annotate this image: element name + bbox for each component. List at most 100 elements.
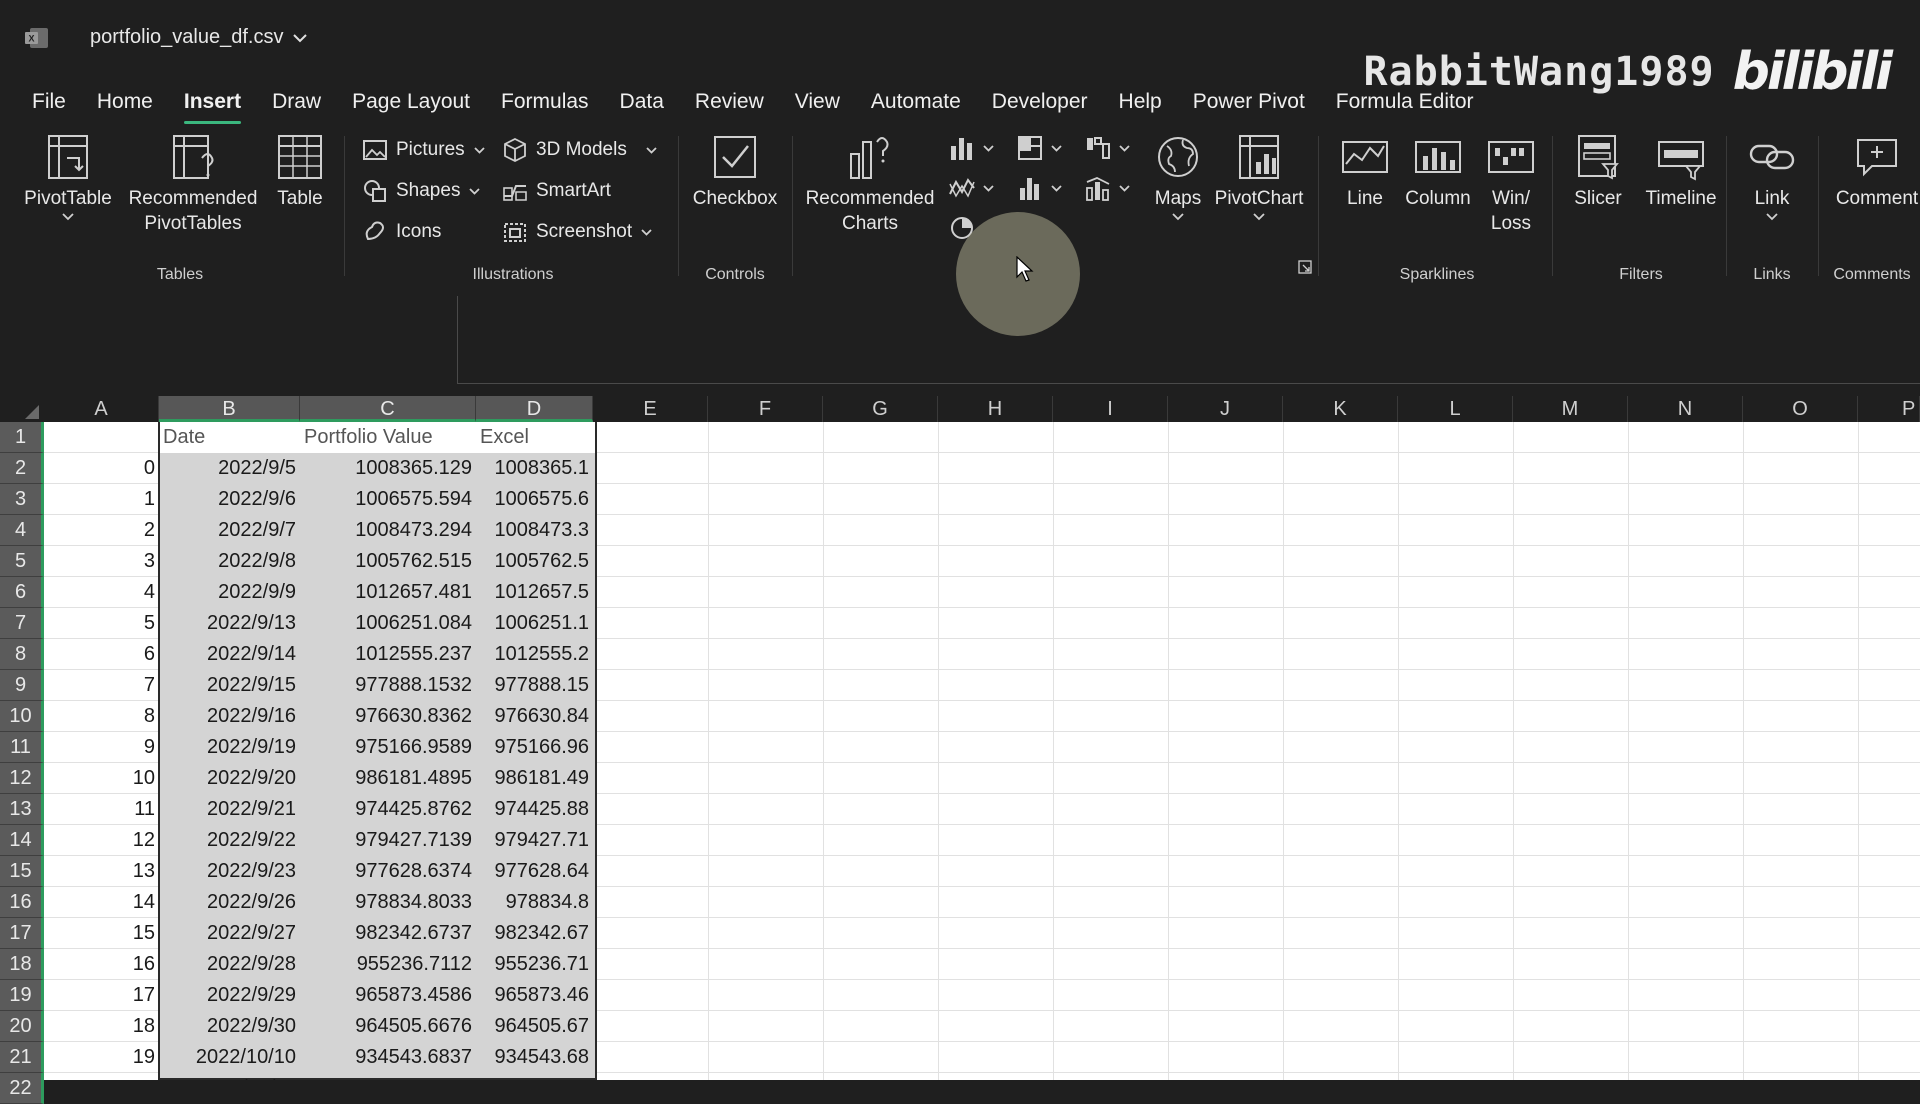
row-header[interactable]: 21 [0, 1042, 44, 1073]
column-header-p[interactable]: P [1858, 396, 1920, 422]
column-header-k[interactable]: K [1283, 396, 1398, 422]
row-header[interactable]: 6 [0, 577, 44, 608]
tab-insert[interactable]: Insert [183, 84, 242, 124]
table-cell[interactable]: 965873.4586 [300, 980, 476, 1011]
combo-chart-button[interactable] [1084, 174, 1131, 202]
table-cell[interactable]: 1008473.294 [300, 515, 476, 546]
maps-button[interactable]: Maps [1146, 132, 1210, 223]
table-cell[interactable]: 4 [44, 577, 159, 608]
table-cell[interactable]: 2022/9/13 [159, 608, 300, 639]
table-cell[interactable]: 986181.4895 [300, 763, 476, 794]
table-cell[interactable]: 1006251.1 [476, 608, 593, 639]
table-cell[interactable]: 8 [44, 701, 159, 732]
table-cell[interactable]: 19 [44, 1042, 159, 1073]
sheet-cells[interactable]: Date Portfolio Value Excel 0 2022/9/5 1008365… [44, 422, 1920, 1080]
tab-view[interactable]: View [795, 84, 840, 120]
row-header[interactable]: 8 [0, 639, 44, 670]
row-header[interactable]: 18 [0, 949, 44, 980]
table-cell[interactable]: 2022/9/16 [159, 701, 300, 732]
tab-data[interactable]: Data [620, 84, 664, 120]
table-cell[interactable]: 2022/9/14 [159, 639, 300, 670]
table-cell[interactable]: 2022/9/5 [159, 453, 300, 484]
row-header[interactable]: 17 [0, 918, 44, 949]
table-cell[interactable]: 16 [44, 949, 159, 980]
row-header[interactable]: 20 [0, 1011, 44, 1042]
table-cell[interactable]: 2022/9/7 [159, 515, 300, 546]
table-cell[interactable]: 982342.67 [476, 918, 593, 949]
table-cell[interactable]: 10 [44, 763, 159, 794]
table-cell[interactable]: 977888.1532 [300, 670, 476, 701]
table-cell[interactable]: 979427.7139 [300, 825, 476, 856]
statistic-chart-button[interactable] [1016, 174, 1063, 202]
row-header[interactable]: 5 [0, 546, 44, 577]
table-cell[interactable]: 9 [44, 732, 159, 763]
tab-review[interactable]: Review [695, 84, 764, 120]
table-cell[interactable]: 978834.8033 [300, 887, 476, 918]
table-cell[interactable]: 2022/9/28 [159, 949, 300, 980]
smartart-button[interactable]: SmartArt [502, 175, 611, 207]
table-cell[interactable]: 20 [44, 1073, 159, 1080]
excel-app-icon[interactable]: X [24, 26, 50, 50]
3d-models-button[interactable]: 3D Models [502, 134, 658, 166]
table-cell[interactable]: 964505.6676 [300, 1011, 476, 1042]
tab-home[interactable]: Home [97, 84, 153, 120]
table-cell[interactable]: 955236.7112 [300, 949, 476, 980]
column-header-h[interactable]: H [938, 396, 1053, 422]
table-cell[interactable]: 964505.67 [476, 1011, 593, 1042]
table-cell[interactable]: 1008365.1 [476, 453, 593, 484]
table-cell[interactable]: 2022/9/27 [159, 918, 300, 949]
table-cell[interactable]: 977888.15 [476, 670, 593, 701]
table-cell[interactable]: 977628.64 [476, 856, 593, 887]
table-cell[interactable]: 982342.6737 [300, 918, 476, 949]
row-header[interactable]: 12 [0, 763, 44, 794]
slicer-button[interactable]: Slicer [1558, 132, 1638, 211]
table-cell[interactable]: 975166.96 [476, 732, 593, 763]
sparkline-column-button[interactable]: Column [1402, 132, 1474, 211]
column-header-j[interactable]: J [1168, 396, 1283, 422]
table-cell[interactable]: 986181.49 [476, 763, 593, 794]
table-cell[interactable]: 955236.71 [476, 949, 593, 980]
line-area-chart-button[interactable] [948, 174, 995, 202]
tab-power-pivot[interactable]: Power Pivot [1193, 84, 1305, 120]
table-cell[interactable]: 977628.6374 [300, 856, 476, 887]
table-cell[interactable]: 1012657.5 [476, 577, 593, 608]
worksheet-grid[interactable]: A B C D E F G H I J K L M N O P 12345678… [0, 396, 1920, 1104]
column-header-m[interactable]: M [1513, 396, 1628, 422]
table-cell[interactable]: 2022/10/10 [159, 1042, 300, 1073]
column-header-e[interactable]: E [593, 396, 708, 422]
pivotchart-button[interactable]: PivotChart [1214, 132, 1304, 223]
table-cell[interactable]: 1006251.084 [300, 608, 476, 639]
sparkline-line-button[interactable]: Line [1332, 132, 1398, 211]
column-header-f[interactable]: F [708, 396, 823, 422]
row-header[interactable]: 10 [0, 701, 44, 732]
table-cell[interactable]: 15 [44, 918, 159, 949]
select-all-corner[interactable] [0, 396, 44, 422]
table-cell[interactable]: 7 [44, 670, 159, 701]
table-cell[interactable]: 1005762.5 [476, 546, 593, 577]
row-header[interactable]: 14 [0, 825, 44, 856]
recommended-charts-button[interactable]: Recommended Charts [806, 132, 934, 236]
row-header[interactable]: 9 [0, 670, 44, 701]
table-cell[interactable]: 13 [44, 856, 159, 887]
column-header-l[interactable]: L [1398, 396, 1513, 422]
table-cell[interactable]: 976630.8362 [300, 701, 476, 732]
table-cell[interactable]: 11 [44, 794, 159, 825]
table-cell[interactable]: 2022/9/8 [159, 546, 300, 577]
table-cell[interactable]: 1012555.2 [476, 639, 593, 670]
table-cell[interactable]: 2022/9/26 [159, 887, 300, 918]
table-cell[interactable]: 2022/9/9 [159, 577, 300, 608]
table-cell[interactable]: Portfolio Value [300, 422, 476, 453]
table-cell[interactable]: 2022/9/20 [159, 763, 300, 794]
table-cell[interactable]: 3 [44, 546, 159, 577]
file-title[interactable]: portfolio_value_df.csv [90, 26, 309, 49]
comment-button[interactable]: Comment [1834, 132, 1920, 211]
table-cell[interactable]: 2022/9/30 [159, 1011, 300, 1042]
column-header-g[interactable]: G [823, 396, 938, 422]
row-header[interactable]: 22 [0, 1073, 44, 1104]
charts-dialog-launcher-icon[interactable] [1298, 260, 1312, 274]
table-cell[interactable]: 974425.8762 [300, 794, 476, 825]
column-bar-chart-button[interactable] [948, 134, 995, 162]
pivottable-button[interactable]: PivotTable [24, 132, 112, 223]
table-cell[interactable]: 12 [44, 825, 159, 856]
table-cell[interactable]: 5 [44, 608, 159, 639]
